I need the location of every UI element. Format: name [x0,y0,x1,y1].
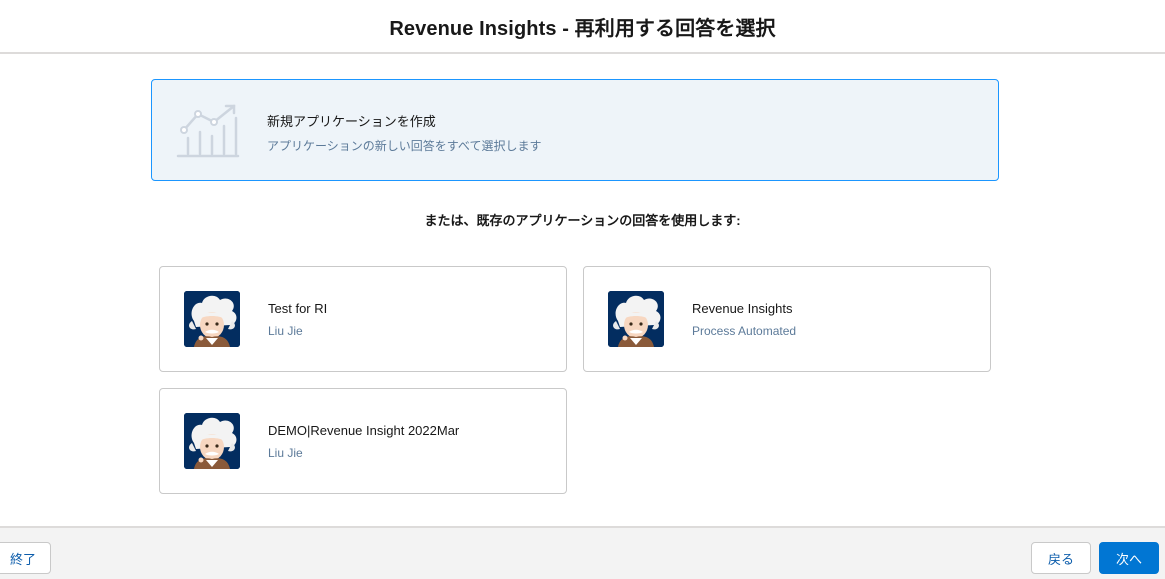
back-button[interactable]: 戻る [1031,542,1091,574]
app-name: Test for RI [268,301,328,316]
app-card-demo-revenue-insight[interactable]: DEMO|Revenue Insight 2022Mar Liu Jie [159,388,567,494]
app-name: Revenue Insights [692,301,793,316]
next-button[interactable]: 次へ [1099,542,1159,574]
app-owner: Liu Jie [268,446,303,460]
line-chart-icon [176,102,240,160]
existing-app-prompt: または、既存のアプリケーションの回答を使用します: [424,213,741,228]
app-owner: Process Automated [692,324,797,338]
einstein-avatar-icon [184,413,240,469]
einstein-avatar-icon [608,291,664,347]
modal-footer: 終了 戻る 次へ [0,526,1165,579]
modal-header: Revenue Insights - 再利用する回答を選択 [0,0,1165,54]
app-card-revenue-insights[interactable]: Revenue Insights Process Automated [583,266,991,372]
app-name: DEMO|Revenue Insight 2022Mar [268,423,460,438]
create-new-app-title: 新規アプリケーションを作成 [267,114,436,129]
create-new-app-card[interactable]: 新規アプリケーションを作成 アプリケーションの新しい回答をすべて選択します [151,79,999,181]
app-card-test-for-ri[interactable]: Test for RI Liu Jie [159,266,567,372]
page-title: Revenue Insights - 再利用する回答を選択 [389,17,776,40]
end-button[interactable]: 終了 [0,542,51,574]
create-new-app-subtitle: アプリケーションの新しい回答をすべて選択します [267,139,542,153]
einstein-avatar-icon [184,291,240,347]
app-owner: Liu Jie [268,324,303,338]
